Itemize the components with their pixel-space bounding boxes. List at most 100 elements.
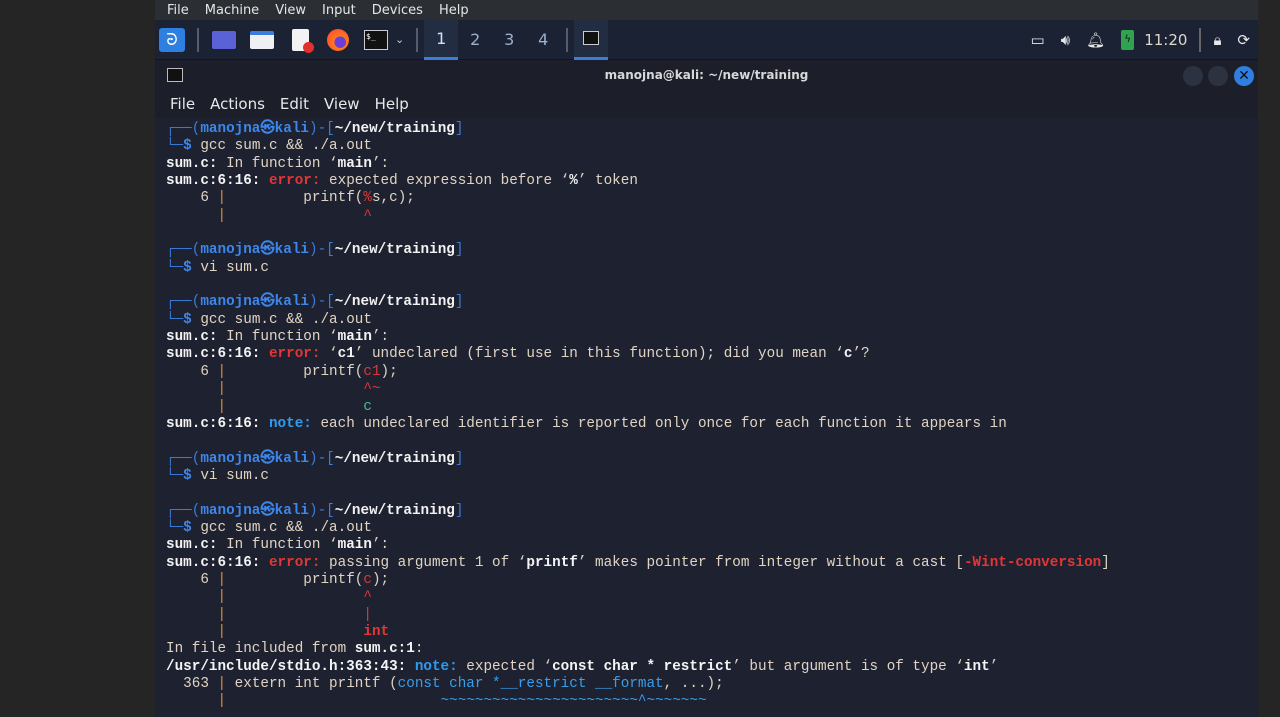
terminal-text: )-[ [309, 450, 335, 467]
logout-icon[interactable]: ⟳ [1237, 31, 1250, 49]
terminal-text: sum.c:6:16: [166, 346, 269, 363]
terminal-text: $ [183, 259, 201, 276]
system-tray: ▭ 🔊︎ 🔔︎ ϟ 11:20 🔒︎ ⟳ [1023, 20, 1258, 60]
terminal-text: const char * restrict [552, 658, 733, 675]
lock-icon[interactable]: 🔒︎ [1213, 31, 1221, 49]
terminal-text: | [217, 606, 227, 623]
menu-view[interactable]: View [324, 95, 360, 113]
workspace-1[interactable]: 1 [424, 19, 459, 60]
bell-icon[interactable]: 🔔︎ [1086, 31, 1105, 49]
terminal-text: extern int printf ( [226, 676, 398, 692]
terminal-text: main [337, 537, 372, 554]
terminal-text: In function ‘ [217, 537, 338, 554]
terminal-line: /usr/include/stdio.h:363:43: note: expec… [166, 659, 1258, 676]
desktop-icon[interactable] [211, 28, 237, 52]
workspace-2[interactable]: 2 [458, 20, 492, 60]
battery-icon[interactable]: ϟ [1121, 30, 1135, 50]
workspace-4[interactable]: 4 [526, 20, 560, 60]
terminal-line: sum.c:6:16: note: each undeclared identi… [166, 416, 1258, 433]
terminal-icon[interactable]: $_ [363, 28, 389, 52]
vm-menu-devices[interactable]: Devices [372, 3, 423, 18]
terminal-line: | | [166, 607, 1258, 624]
terminal-text: const char *__restrict __format [397, 676, 664, 692]
terminal-text: In function ‘ [217, 329, 338, 346]
terminal-text: ] [454, 294, 464, 311]
terminal-line: 6 | printf(c1); [166, 364, 1258, 381]
terminal-text: | [217, 398, 227, 415]
vm-menu-input[interactable]: Input [322, 3, 356, 18]
terminal-line: 363 | extern int printf (const char *__r… [166, 676, 1258, 693]
terminal-text: $ [183, 138, 201, 155]
terminal-text: ); [371, 571, 390, 588]
vm-menu-view[interactable]: View [275, 3, 306, 18]
terminal-text: ^ [363, 589, 372, 606]
terminal-text: ] [454, 121, 464, 137]
terminal-text: /usr/include/stdio.h:363:43: [166, 658, 415, 675]
terminal-text: manojna㉿kali [200, 502, 309, 519]
terminal-text: note: [414, 658, 458, 675]
terminal-text: sum.c:6:16: [166, 415, 269, 432]
menu-actions[interactable]: Actions [210, 95, 265, 113]
maximize-button[interactable] [1208, 66, 1228, 86]
file-manager-icon[interactable] [249, 28, 275, 52]
kali-menu-icon[interactable]: ᘒ [159, 27, 185, 52]
taskbar: ᘒ $_ ⌄ 1 2 3 4 ▭ 🔊︎ 🔔︎ ϟ 11:20 🔒︎ ⟳ [155, 19, 1258, 60]
terminal-line: sum.c: In function ‘main’: [166, 156, 1258, 173]
terminal-text: )-[ [309, 242, 335, 259]
vm-menu-file[interactable]: File [167, 3, 189, 18]
vm-menu-machine[interactable]: Machine [205, 3, 259, 18]
terminal-text: | [217, 623, 227, 640]
terminal-text: vi sum.c [200, 259, 269, 276]
terminal-text: printf( [226, 571, 364, 588]
minimize-button[interactable] [1183, 66, 1203, 86]
display-icon[interactable]: ▭ [1031, 31, 1045, 49]
terminal-text: In file included from [166, 641, 355, 658]
terminal-text: ] [1101, 554, 1110, 571]
terminal-text: ’ but argument is of type ‘ [732, 658, 964, 675]
chevron-down-icon[interactable]: ⌄ [395, 33, 404, 46]
terminal-text: ’: [371, 155, 390, 172]
terminal-text: manojna㉿kali [200, 450, 309, 467]
menu-edit[interactable]: Edit [280, 95, 309, 113]
volume-icon[interactable]: 🔊︎ [1061, 31, 1070, 49]
terminal-text: c [363, 571, 372, 588]
terminal-text: c [363, 398, 372, 415]
terminal-text: ~/new/training [334, 450, 455, 467]
terminal-line: | ~~~~~~~~~~~~~~~~~~~~~~~^~~~~~~~ [166, 693, 1258, 710]
terminal-window-task[interactable] [574, 19, 609, 60]
terminal-line: sum.c:6:16: error: ‘c1’ undeclared (firs… [166, 346, 1258, 363]
menu-file[interactable]: File [170, 95, 195, 113]
terminal-text: error: [268, 346, 321, 363]
firefox-icon[interactable] [325, 28, 351, 52]
terminal-menu-bar: File Actions Edit View Help [155, 90, 1258, 118]
menu-help[interactable]: Help [375, 95, 409, 113]
terminal-line: ┌──(manojna㉿kali)-[~/new/training] [166, 242, 1258, 259]
clock[interactable]: 11:20 [1144, 31, 1187, 49]
vm-menu-help[interactable]: Help [439, 3, 469, 18]
terminal-text: ’: [371, 537, 390, 554]
terminal-text: ┌──( [166, 450, 201, 467]
terminal-line: sum.c:6:16: error: expected expression b… [166, 173, 1258, 190]
terminal-text: -Wint-conversion [963, 554, 1102, 571]
close-button[interactable]: ✕ [1234, 66, 1254, 86]
text-editor-icon[interactable] [287, 28, 314, 53]
workspace-3[interactable]: 3 [492, 20, 526, 60]
terminal-line: | ^~ [166, 381, 1258, 398]
terminal-text: $ [183, 311, 201, 328]
terminal-text: ┌──( [166, 294, 201, 311]
terminal-line: 6 | printf(c); [166, 572, 1258, 589]
terminal-text: ); [380, 363, 398, 380]
window-titlebar: manojna@kali: ~/new/training [155, 60, 1258, 90]
terminal-output[interactable]: ┌──(manojna㉿kali)-[~/new/training] └─$ gc… [155, 118, 1258, 711]
terminal-line: In file included from sum.c:1: [166, 641, 1258, 658]
